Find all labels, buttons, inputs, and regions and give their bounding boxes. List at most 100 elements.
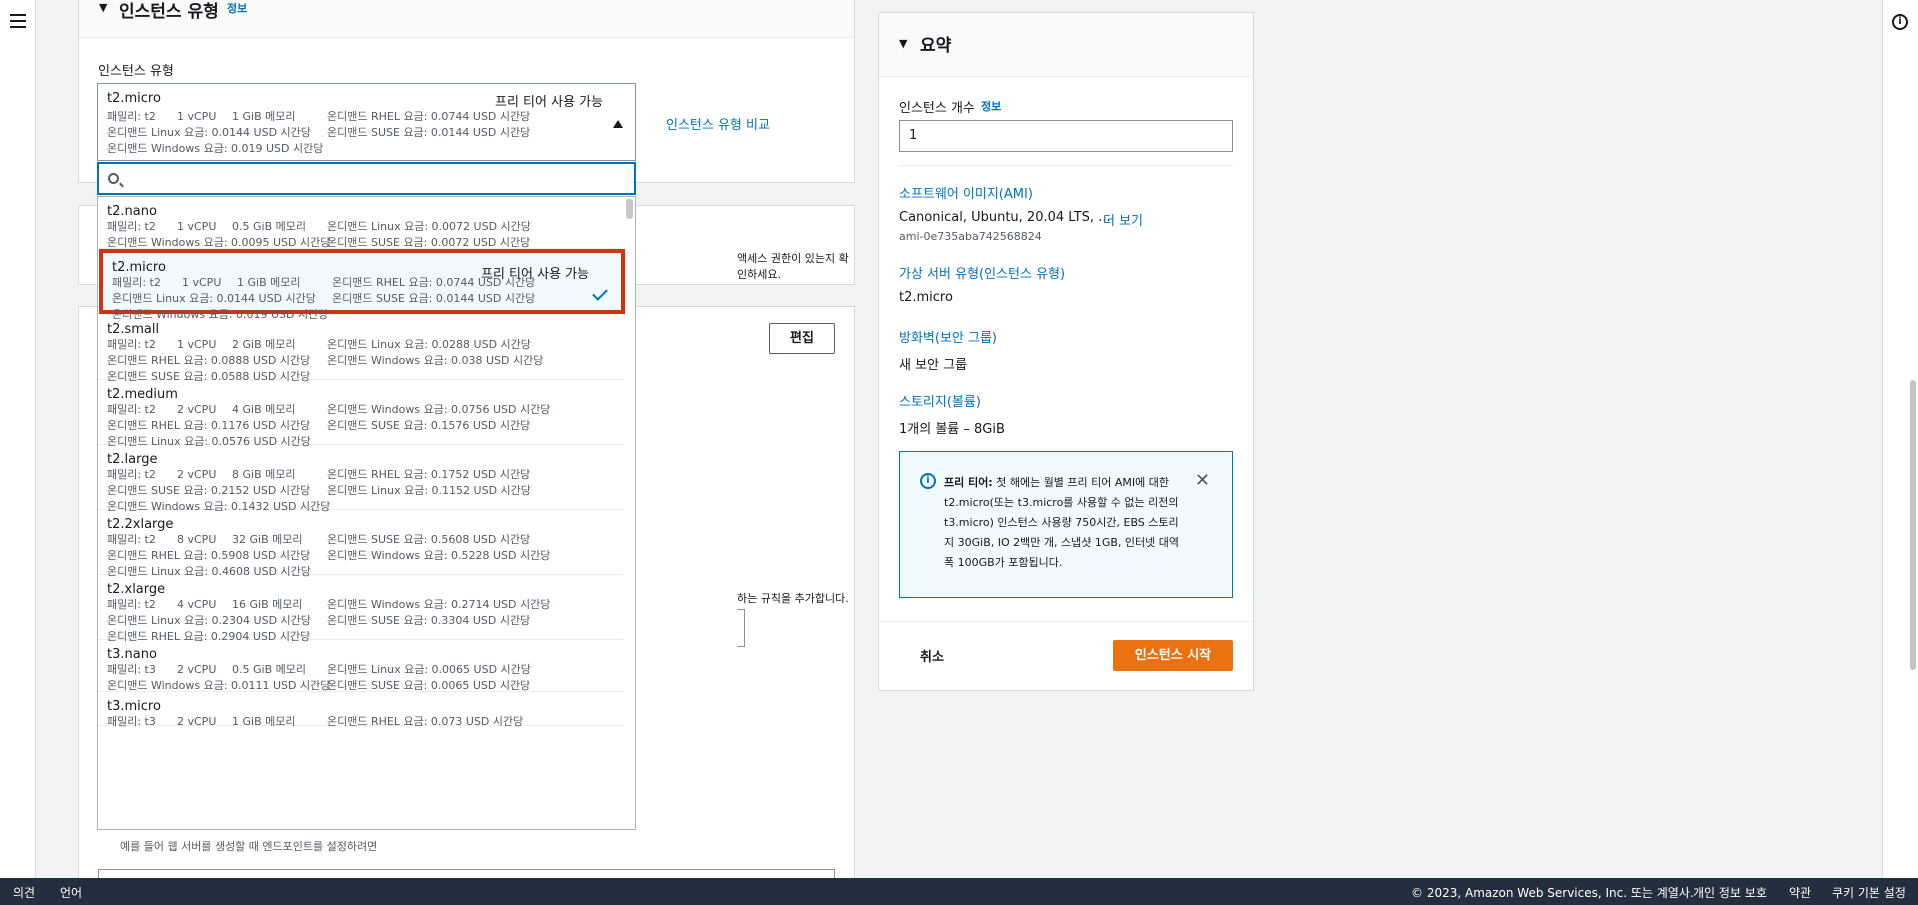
instance-type-search[interactable] [97, 162, 636, 195]
detail-text: 1 GiB 메모리 [237, 276, 301, 289]
instance-count-info-link[interactable]: 정보 [981, 98, 1001, 114]
detail-text: 온디맨드 RHEL 요금: 0.0744 USD 시간당 [327, 110, 531, 123]
option-detail-line: 패밀리: t2 2 vCPU 4 GiB 메모리 온디맨드 Windows 요금: 0… [107, 402, 614, 418]
detail-text: 온디맨드 RHEL 요금: 0.1176 USD 시간당 [107, 419, 311, 432]
option-detail-line: 온디맨드 RHEL 요금: 0.5908 USD 시간당 온디맨드 Windows… [107, 548, 614, 564]
detail-text: 0.5 GiB 메모리 [232, 220, 306, 233]
detail-text: 16 GiB 메모리 [232, 598, 303, 611]
option-name: t3.nano [107, 647, 157, 662]
detail-text: 8 GiB 메모리 [232, 468, 296, 481]
instance-type-select[interactable]: t2.micro 프리 티어 사용 가능 패밀리: t2 1 vCPU 1 GiB … [97, 83, 636, 161]
collapse-caret-icon[interactable]: ▼ [99, 1, 107, 14]
cancel-button[interactable]: 취소 [920, 646, 944, 665]
detail-text: 패밀리: t2 [107, 110, 156, 123]
detail-text: 온디맨드 SUSE 요금: 0.0144 USD 시간당 [332, 292, 536, 305]
rule-input-fragment[interactable] [737, 609, 745, 647]
summary-divider [899, 165, 1233, 166]
search-icon [108, 173, 119, 184]
detail-text: 패밀리: t2 [107, 403, 156, 416]
detail-text: 1 vCPU [177, 338, 217, 351]
instance-type-link[interactable]: 가상 서버 유형(인스턴스 유형) [899, 263, 1065, 282]
summary-divider [879, 621, 1253, 622]
firewall-link[interactable]: 방화벽(보안 그룹) [899, 327, 997, 346]
instance-option-t2-xlarge[interactable]: t2.xlarge 패밀리: t2 4 vCPU 16 GiB 메모리 온디맨드 Win… [98, 575, 623, 643]
selected-instance-name: t2.micro [107, 91, 161, 106]
language-link[interactable]: 언어 [60, 884, 82, 901]
firewall-value: 새 보안 그룹 [899, 358, 968, 373]
selected-instance-details: 패밀리: t2 1 vCPU 1 GiB 메모리 온디맨드 RHEL 요금: 0.07… [107, 109, 530, 157]
detail-text: 2 vCPU [177, 403, 217, 416]
option-name: t2.2xlarge [107, 517, 174, 532]
detail-text: 온디맨드 SUSE 요금: 0.1576 USD 시간당 [327, 419, 531, 432]
detail-text: 패밀리: t2 [107, 220, 156, 233]
instance-type-value: t2.micro [899, 290, 953, 305]
storage-value: 1개의 볼륨 – 8GiB [899, 422, 1005, 437]
option-name: t2.medium [107, 387, 178, 402]
feedback-link[interactable]: 의견 [13, 884, 35, 901]
option-detail-line: 패밀리: t3 2 vCPU 1 GiB 메모리 온디맨드 RHEL 요금: 0.07… [107, 714, 614, 730]
option-detail-line: 온디맨드 SUSE 요금: 0.2152 USD 시간당 온디맨드 Linux 요… [107, 483, 614, 499]
instance-type-options-list[interactable]: t2.nano 패밀리: t2 1 vCPU 0.5 GiB 메모리 온디맨드 Linu… [97, 196, 636, 830]
copyright: © 2023, Amazon Web Services, Inc. 또는 계열사… [1411, 886, 1694, 900]
free-tier-badge: 프리 티어 사용 가능 [481, 267, 590, 282]
detail-text: 온디맨드 Linux 요금: 0.0288 USD 시간당 [327, 338, 531, 351]
ami-more-link[interactable]: 더 보기 [1103, 210, 1143, 229]
instance-option-t2-medium[interactable]: t2.medium 패밀리: t2 2 vCPU 4 GiB 메모리 온디맨드 Wind… [98, 380, 623, 448]
caret-up-icon [613, 120, 623, 128]
option-name: t2.large [107, 452, 158, 467]
detail-text: 패밀리: t2 [107, 533, 156, 546]
instance-option-t2-large[interactable]: t2.large 패밀리: t2 2 vCPU 8 GiB 메모리 온디맨드 RHEL … [98, 445, 623, 513]
option-detail-line: 패밀리: t3 2 vCPU 0.5 GiB 메모리 온디맨드 Linux 요금: 0… [107, 662, 614, 678]
instance-type-field-label: 인스턴스 유형 [98, 64, 174, 79]
instance-option-t2-nano[interactable]: t2.nano 패밀리: t2 1 vCPU 0.5 GiB 메모리 온디맨드 Linu… [98, 197, 623, 249]
detail-text: 패밀리: t2 [107, 598, 156, 611]
page-scrollbar[interactable] [1910, 380, 1916, 670]
option-detail-line: 패밀리: t2 1 vCPU 2 GiB 메모리 온디맨드 Linux 요금: 0.0… [107, 337, 614, 353]
instance-count-label: 인스턴스 개수 [899, 101, 975, 116]
instance-count-input[interactable]: 1 [899, 120, 1233, 152]
privacy-link[interactable]: 개인 정보 보호 [1693, 884, 1767, 901]
detail-text: 온디맨드 Windows 요금: 0.2714 USD 시간당 [327, 598, 551, 611]
instance-option-t3-nano[interactable]: t3.nano 패밀리: t3 2 vCPU 0.5 GiB 메모리 온디맨드 Linu… [98, 640, 623, 692]
launch-instance-button[interactable]: 인스턴스 시작 [1113, 640, 1233, 671]
panel-info-link[interactable]: 정보 [227, 0, 247, 16]
instance-count-value: 1 [909, 128, 918, 143]
detail-text: 4 GiB 메모리 [232, 403, 296, 416]
option-name: t2.small [107, 322, 160, 337]
detail-text: 패밀리: t3 [107, 663, 156, 676]
option-detail-line: 온디맨드 RHEL 요금: 0.1176 USD 시간당 온디맨드 SUSE 요금… [107, 418, 614, 434]
dropdown-scrollbar[interactable] [626, 199, 633, 219]
cookie-preferences-link[interactable]: 쿠키 기본 설정 [1832, 884, 1906, 901]
detail-text: 32 GiB 메모리 [232, 533, 303, 546]
instance-option-t2-small[interactable]: t2.small 패밀리: t2 1 vCPU 2 GiB 메모리 온디맨드 Linux… [98, 315, 623, 383]
option-detail-line: 온디맨드 RHEL 요금: 0.0888 USD 시간당 온디맨드 Windows… [107, 353, 614, 369]
detail-text: 온디맨드 Windows 요금: 0.5228 USD 시간당 [327, 549, 551, 562]
terms-link[interactable]: 약관 [1789, 884, 1811, 901]
option-detail-line: 패밀리: t2 4 vCPU 16 GiB 메모리 온디맨드 Windows 요금: … [107, 597, 614, 613]
detail-text: 온디맨드 Linux 요금: 0.0065 USD 시간당 [327, 663, 531, 676]
storage-link[interactable]: 스토리지(볼륨) [899, 391, 981, 410]
free-tier-alert-body: 첫 해에는 월별 프리 티어 AMI에 대한 t2.micro(또는 t3.mi… [944, 476, 1179, 569]
option-detail-line: 온디맨드 Linux 요금: 0.0144 USD 시간당 온디맨드 SUSE 요… [112, 291, 612, 307]
detail-text: 1 GiB 메모리 [232, 715, 296, 728]
summary-title: 요약 [920, 36, 952, 56]
detail-text: 패밀리: t2 [107, 468, 156, 481]
ami-value: Canonical, Ubuntu, 20.04 LTS, ... [899, 210, 1111, 225]
info-icon[interactable]: i [1892, 14, 1908, 30]
option-detail-line: 온디맨드 Linux 요금: 0.2304 USD 시간당 온디맨드 SUSE 요… [107, 613, 614, 629]
ami-link[interactable]: 소프트웨어 이미지(AMI) [899, 183, 1033, 202]
detail-text: 온디맨드 SUSE 요금: 0.2152 USD 시간당 [107, 484, 311, 497]
detail-text: 온디맨드 RHEL 요금: 0.1752 USD 시간당 [327, 468, 531, 481]
instance-option-t2-2xlarge[interactable]: t2.2xlarge 패밀리: t2 8 vCPU 32 GiB 메모리 온디맨드 SU… [98, 510, 623, 578]
ami-id: ami-0e735aba742568824 [899, 230, 1042, 243]
instance-option-t2-micro[interactable]: t2.micro 프리 티어 사용 가능 패밀리: t2 1 vCPU 1 GiB 메모… [99, 249, 625, 321]
close-icon[interactable]: ✕ [1195, 470, 1210, 491]
summary-collapse-icon[interactable]: ▼ [899, 37, 907, 50]
detail-text: 4 vCPU [177, 598, 217, 611]
instance-type-panel-header: ▼ 인스턴스 유형 정보 [79, 0, 854, 38]
compare-instance-types-link[interactable]: 인스턴스 유형 비교 [666, 114, 770, 133]
hamburger-icon[interactable] [10, 14, 26, 28]
detail-text: 온디맨드 Windows 요금: 0.019 USD 시간당 [107, 142, 324, 155]
edit-button[interactable]: 편집 [769, 323, 835, 354]
instance-option-t3-micro[interactable]: t3.micro 패밀리: t3 2 vCPU 1 GiB 메모리 온디맨드 RHEL … [98, 692, 623, 728]
